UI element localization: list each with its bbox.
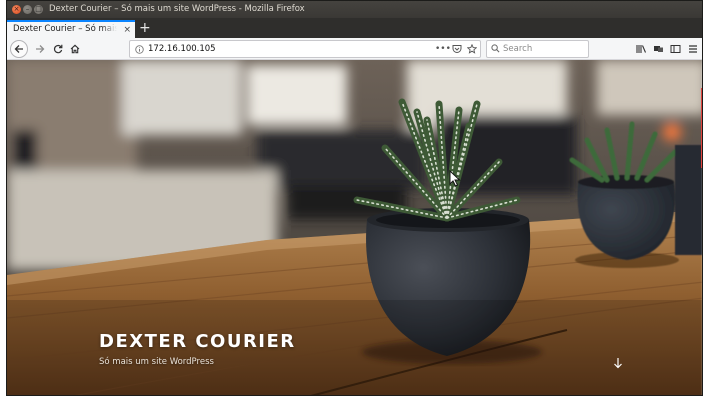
window-title: Dexter Courier – Só mais um site WordPre… <box>49 4 305 14</box>
reload-icon <box>53 44 63 54</box>
scrollbar-thumb[interactable] <box>701 88 702 168</box>
new-tab-button[interactable]: + <box>139 19 151 37</box>
sync-icon[interactable] <box>650 41 666 57</box>
tab-strip: Dexter Courier – Só mais um site WordPre… <box>7 18 702 38</box>
url-text[interactable]: 172.16.100.105 <box>148 41 216 57</box>
arrow-right-icon <box>36 45 45 53</box>
window-minimize-button[interactable]: – <box>23 5 32 14</box>
window-close-button[interactable]: × <box>12 5 21 14</box>
browser-window: × – □ Dexter Courier – Só mais um site W… <box>6 0 703 396</box>
arrow-left-icon <box>14 45 23 53</box>
tab-close-icon[interactable]: × <box>123 23 131 38</box>
search-icon <box>491 41 500 59</box>
forward-button[interactable] <box>32 41 48 57</box>
back-button[interactable] <box>10 40 28 58</box>
page-actions-button[interactable]: ••• <box>435 41 451 57</box>
page-content: DEXTER COURIER Só mais um site WordPress <box>7 60 702 395</box>
info-icon[interactable] <box>135 42 144 57</box>
arrow-down-icon[interactable] <box>611 357 625 371</box>
library-icon[interactable] <box>633 41 649 57</box>
url-bar[interactable]: 172.16.100.105 ••• <box>129 40 481 58</box>
home-icon <box>70 44 80 54</box>
search-bar[interactable] <box>486 40 589 58</box>
tab-label: Dexter Courier – Só mais um site WordPre… <box>13 24 117 34</box>
tab-active[interactable]: Dexter Courier – Só mais um site WordPre… <box>7 20 135 38</box>
pocket-icon[interactable] <box>452 41 462 60</box>
menu-icon[interactable] <box>685 41 701 57</box>
sidebar-icon[interactable] <box>667 41 683 57</box>
bookmark-star-icon[interactable] <box>466 41 478 60</box>
site-tagline: Só mais um site WordPress <box>99 357 214 367</box>
site-title[interactable]: DEXTER COURIER <box>99 331 296 352</box>
window-maximize-button[interactable]: □ <box>34 5 43 14</box>
page-scrollbar[interactable] <box>701 60 702 395</box>
navigation-toolbar: 172.16.100.105 ••• <box>7 38 702 60</box>
mouse-cursor-icon <box>449 170 461 187</box>
home-button[interactable] <box>67 41 83 57</box>
title-bar: × – □ Dexter Courier – Só mais um site W… <box>7 1 702 18</box>
search-input[interactable] <box>503 42 585 56</box>
reload-button[interactable] <box>50 41 66 57</box>
